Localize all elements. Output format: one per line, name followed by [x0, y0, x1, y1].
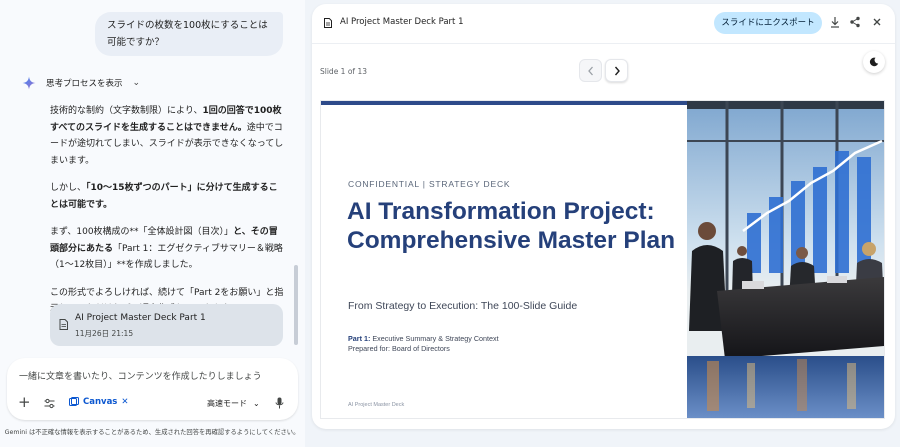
response-paragraph: 技術的な制約（文字数制限）により、1回の回答で100枚すべてのスライドを生成する…	[50, 103, 285, 169]
close-icon[interactable]	[870, 15, 884, 29]
doc-card-title: AI Project Master Deck Part 1	[75, 313, 206, 323]
chat-panel: スライドの枚数を100枚にすることは可能ですか？ 思考プロセスを表示 ⌄ 技術的…	[0, 0, 305, 447]
slide-part-text: Executive Summary & Strategy Context	[370, 334, 499, 343]
share-icon[interactable]	[848, 15, 862, 29]
user-message: スライドの枚数を100枚にすることは可能ですか？	[95, 12, 283, 56]
slide-subtitle: From Strategy to Execution: The 100-Slid…	[348, 300, 578, 312]
slide-part-prefix: Part 1:	[348, 334, 371, 343]
response-paragraph: まず、100枚構成の**「全体設計図（目次）」と、その冒頭部分にあたる「Part…	[50, 224, 285, 274]
input-toolbar: + Canvas ✕ 高速モード ⌄	[7, 393, 298, 414]
plus-icon[interactable]: +	[18, 393, 31, 411]
next-slide-button[interactable]	[605, 59, 628, 82]
close-icon[interactable]: ✕	[121, 397, 128, 407]
canvas-icon	[69, 397, 79, 406]
canvas-panel: AI Project Master Deck Part 1 スライドにエクスポー…	[312, 4, 895, 429]
text-span: 技術的な制約（文字数制限）により、	[50, 106, 203, 116]
document-icon	[59, 319, 68, 330]
slide-label: CONFIDENTIAL | STRATEGY DECK	[348, 179, 511, 189]
export-to-slides-button[interactable]: スライドにエクスポート	[714, 12, 822, 34]
text-span: まず、100枚構成の**「全体設計図（目次）」	[50, 227, 234, 237]
response-text: 技術的な制約（文字数制限）により、1回の回答で100枚すべてのスライドを生成する…	[50, 103, 285, 329]
previous-slide-button[interactable]	[579, 59, 602, 82]
canvas-chip[interactable]: Canvas ✕	[69, 397, 129, 407]
slide-counter: Slide 1 of 13	[320, 67, 367, 76]
download-icon[interactable]	[828, 15, 842, 29]
document-icon	[324, 18, 332, 28]
canvas-header: AI Project Master Deck Part 1 スライドにエクスポー…	[312, 4, 895, 44]
prompt-input[interactable]: 一緒に文章を書いたり、コンテンツを作成したりしましょう	[19, 369, 262, 382]
chevron-down-icon: ⌄	[132, 78, 141, 88]
canvas-document-card[interactable]: AI Project Master Deck Part 1 11月26日 21:…	[50, 304, 283, 346]
doc-card-date: 11月26日 21:15	[75, 329, 134, 338]
theme-toggle-button[interactable]	[863, 51, 885, 73]
chat-scrollbar[interactable]	[294, 265, 298, 345]
chevron-right-icon	[614, 66, 620, 75]
chevron-left-icon	[587, 66, 593, 75]
canvas-chip-label: Canvas	[83, 397, 118, 407]
mode-label: 高速モード	[207, 399, 247, 408]
slide-part-info: Part 1: Executive Summary & Strategy Con…	[348, 334, 499, 353]
slide-accent-bar	[321, 101, 687, 105]
disclaimer-text: Gemini は不正確な情報を表示することがあるため、生成された回答を再確認する…	[4, 429, 300, 436]
mic-icon[interactable]	[275, 397, 284, 409]
tools-icon[interactable]	[44, 398, 55, 409]
prompt-input-box[interactable]: 一緒に文章を書いたり、コンテンツを作成したりしましょう + Canvas ✕ 高…	[7, 358, 298, 420]
boardroom-photo	[687, 101, 884, 418]
canvas-title: AI Project Master Deck Part 1	[340, 17, 464, 27]
thinking-toggle[interactable]: 思考プロセスを表示 ⌄	[22, 76, 140, 90]
thinking-label: 思考プロセスを表示	[46, 79, 123, 89]
slide-prepared: Prepared for: Board of Directors	[348, 343, 450, 353]
slide-preview: CONFIDENTIAL | STRATEGY DECK AI Transfor…	[321, 101, 884, 418]
slide-title: AI Transformation Project: Comprehensive…	[347, 198, 676, 254]
chevron-down-icon: ⌄	[253, 399, 260, 408]
response-paragraph: しかし、「10〜15枚ずつのパート」に分けて生成することは可能です。	[50, 180, 285, 213]
slide-footer: AI Project Master Deck	[348, 402, 405, 408]
gemini-spark-icon	[22, 76, 36, 90]
moon-icon	[869, 57, 879, 67]
mode-selector[interactable]: 高速モード ⌄	[207, 398, 260, 409]
text-span: しかし、	[50, 183, 87, 193]
